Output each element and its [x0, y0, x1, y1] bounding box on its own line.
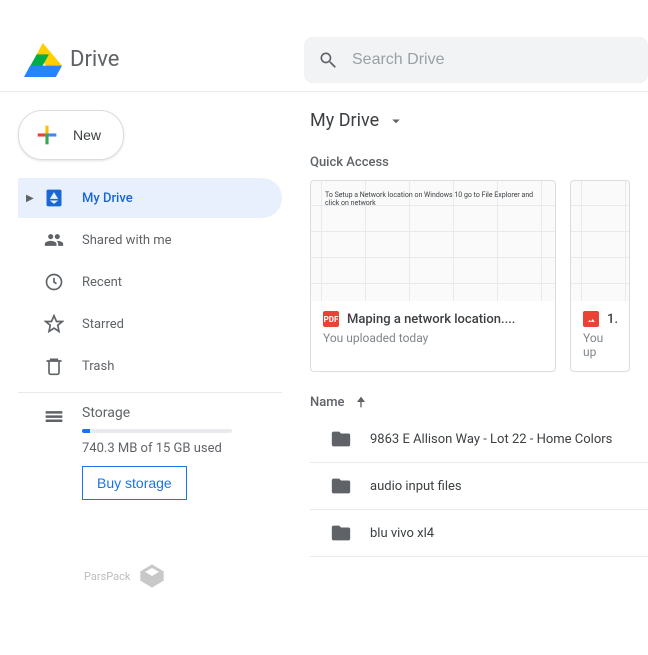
sidebar-item-my-drive[interactable]: ▶ My Drive [18, 178, 282, 218]
card-thumbnail [571, 181, 629, 301]
new-button-label: New [73, 127, 101, 143]
storage-label: Storage [82, 405, 232, 421]
search-icon [318, 50, 338, 70]
storage-used-text: 740.3 MB of 15 GB used [82, 441, 232, 456]
card-title: 1. [607, 312, 617, 327]
sidebar-item-label: My Drive [82, 191, 133, 206]
file-name: audio input files [370, 479, 462, 494]
sidebar-item-recent[interactable]: Recent [18, 262, 282, 302]
file-row[interactable]: audio input files [310, 463, 648, 510]
sidebar-item-starred[interactable]: Starred [18, 304, 282, 344]
quick-access-card[interactable]: To Setup a Network location on Windows 1… [310, 180, 556, 372]
card-subtitle: You uploaded today [323, 331, 543, 345]
search-input[interactable] [352, 51, 634, 69]
folder-icon [330, 475, 352, 497]
new-button[interactable]: New [18, 110, 124, 160]
breadcrumb[interactable]: My Drive [310, 104, 648, 145]
pdf-icon: PDF [323, 311, 339, 327]
trash-icon [44, 356, 64, 376]
file-row[interactable]: blu vivo xl4 [310, 510, 648, 557]
search-bar[interactable] [304, 37, 648, 83]
my-drive-icon [44, 188, 64, 208]
header: Drive [0, 28, 648, 92]
star-icon [44, 314, 64, 334]
breadcrumb-current: My Drive [310, 110, 379, 131]
sidebar-item-shared[interactable]: Shared with me [18, 220, 282, 260]
folder-icon [330, 522, 352, 544]
storage-section: Storage 740.3 MB of 15 GB used Buy stora… [18, 399, 282, 506]
chevron-down-icon [387, 112, 405, 130]
folder-icon [330, 428, 352, 450]
sidebar-item-label: Trash [82, 359, 114, 374]
plus-icon [33, 121, 61, 149]
file-row[interactable]: 9863 E Allison Way - Lot 22 - Home Color… [310, 416, 648, 463]
card-subtitle: You up [583, 331, 617, 359]
column-name: Name [310, 395, 345, 410]
buy-storage-button[interactable]: Buy storage [82, 466, 187, 500]
card-title: Maping a network location.... [347, 312, 515, 327]
logo-block: Drive [24, 43, 304, 77]
card-thumbnail: To Setup a Network location on Windows 1… [311, 181, 555, 301]
storage-icon [44, 405, 64, 427]
quick-access-row: To Setup a Network location on Windows 1… [310, 180, 648, 372]
image-icon [583, 311, 599, 327]
storage-bar [82, 429, 232, 433]
clock-icon [44, 272, 64, 292]
sidebar-item-label: Recent [82, 275, 122, 290]
thumb-caption: To Setup a Network location on Windows 1… [325, 191, 541, 207]
divider [18, 392, 282, 393]
sidebar: New ▶ My Drive Shared with me Recen [0, 92, 290, 557]
list-header-name[interactable]: Name [310, 394, 648, 410]
quick-access-title: Quick Access [310, 155, 648, 170]
sort-arrow-up-icon [353, 394, 369, 410]
nav-list: ▶ My Drive Shared with me Recent [18, 178, 282, 386]
watermark-text: ParsPack [84, 570, 130, 583]
expand-triangle-icon[interactable]: ▶ [26, 193, 34, 204]
quick-access-card[interactable]: 1. You up [570, 180, 630, 372]
people-icon [44, 230, 64, 250]
watermark: ParsPack [84, 562, 166, 590]
drive-logo-icon [24, 43, 62, 77]
file-name: 9863 E Allison Way - Lot 22 - Home Color… [370, 432, 612, 447]
main-content: My Drive Quick Access To Setup a Network… [290, 92, 648, 557]
sidebar-item-trash[interactable]: Trash [18, 346, 282, 386]
sidebar-item-label: Shared with me [82, 233, 172, 248]
file-name: blu vivo xl4 [370, 526, 434, 541]
sidebar-item-label: Starred [82, 317, 124, 332]
app-name: Drive [70, 47, 119, 72]
